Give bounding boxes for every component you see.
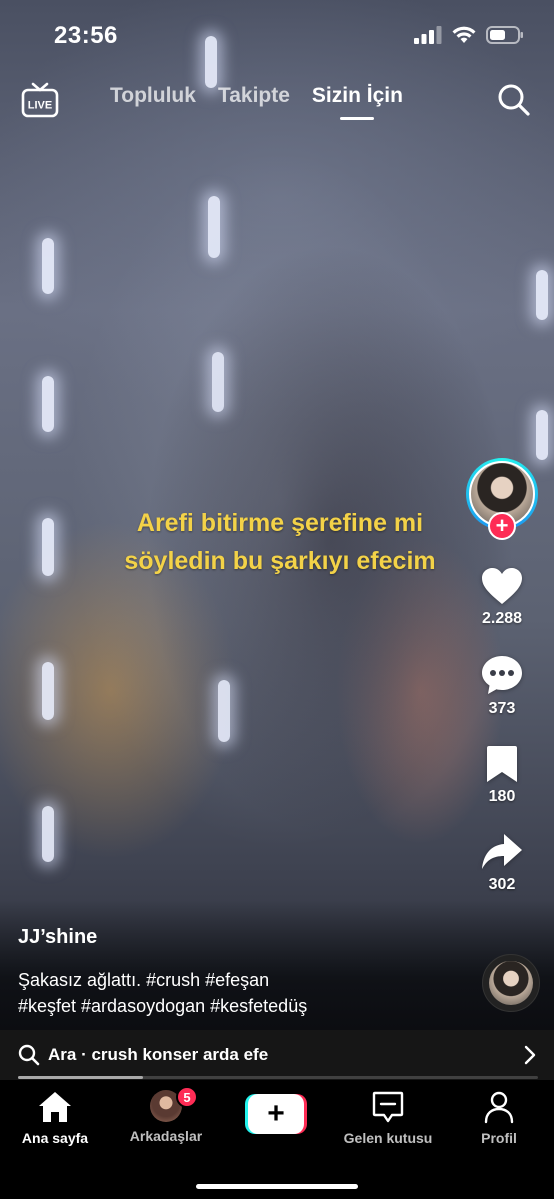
cellular-signal-icon: [414, 26, 442, 44]
wifi-icon: [452, 26, 476, 43]
nav-profile[interactable]: Profil: [444, 1090, 554, 1146]
bottom-navigation: Ana sayfa 5 Arkadaşlar + Gelen kutusu Pr…: [0, 1082, 554, 1199]
friends-avatar: 5: [150, 1086, 198, 1122]
nav-inbox[interactable]: Gelen kutusu: [333, 1090, 443, 1146]
live-button[interactable]: LIVE: [20, 80, 60, 120]
search-icon: [18, 1044, 40, 1066]
status-bar: 23:56: [0, 0, 554, 72]
save-button[interactable]: 180: [484, 744, 520, 806]
live-tv-icon: LIVE: [21, 82, 59, 118]
description-line-1: Şakasız ağlattı. #crush #efeşan: [18, 970, 270, 990]
comment-count: 373: [488, 700, 516, 717]
home-indicator: [196, 1184, 358, 1189]
feed-tabs: Topluluk Takipte Sizin İçin: [110, 84, 403, 108]
caption-line-1: Arefi bitirme şerefine mi: [136, 509, 424, 537]
share-button[interactable]: 302: [480, 832, 524, 894]
caption-line-2: söyledin bu şarkıyı efecim: [124, 547, 436, 575]
create-button[interactable]: +: [245, 1094, 307, 1134]
inbox-icon: [372, 1091, 404, 1123]
tab-community[interactable]: Topluluk: [110, 84, 196, 108]
status-icons: [414, 26, 524, 44]
battery-icon: [486, 26, 523, 44]
video-progress-bar[interactable]: [18, 1076, 538, 1079]
tab-following[interactable]: Takipte: [218, 84, 290, 108]
post-description[interactable]: Şakasız ağlattı. #crush #efeşan #keşfet …: [18, 967, 458, 1019]
post-info: JJ’shine Şakasız ağlattı. #crush #efeşan…: [18, 926, 458, 1019]
nav-inbox-label: Gelen kutusu: [343, 1130, 433, 1146]
related-search-bar[interactable]: Ara · crush konser arda efe: [0, 1030, 554, 1080]
sound-disc-image: [489, 961, 533, 1005]
related-search-text: Ara · crush konser arda efe: [48, 1045, 269, 1064]
bookmark-icon: [487, 746, 517, 782]
chevron-right-icon: [524, 1045, 536, 1065]
sound-disc[interactable]: [482, 954, 540, 1012]
share-arrow-icon: [482, 834, 522, 869]
plus-icon: +: [248, 1094, 304, 1134]
like-count: 2.288: [481, 610, 523, 627]
search-icon: [498, 84, 530, 116]
description-line-2: #keşfet #ardasoydogan #kesfetedüş: [18, 996, 308, 1016]
status-time: 23:56: [54, 22, 118, 49]
comment-button[interactable]: 373: [480, 654, 524, 718]
nav-friends-label: Arkadaşlar: [129, 1128, 203, 1144]
save-count: 180: [488, 788, 516, 805]
profile-icon: [484, 1091, 514, 1124]
tab-for-you[interactable]: Sizin İçin: [312, 84, 403, 108]
friends-notification-badge: 5: [176, 1086, 198, 1108]
creator-username[interactable]: JJ’shine: [18, 926, 458, 949]
video-caption: Arefi bitirme şerefine mi söyledin bu şa…: [60, 504, 500, 580]
home-icon: [39, 1092, 71, 1122]
search-button[interactable]: [496, 82, 532, 118]
like-button[interactable]: 2.288: [480, 566, 524, 628]
follow-button[interactable]: +: [488, 512, 516, 540]
comment-icon: [482, 656, 522, 694]
live-label: LIVE: [28, 100, 52, 112]
share-count: 302: [488, 876, 516, 893]
nav-home[interactable]: Ana sayfa: [0, 1090, 110, 1146]
nav-home-label: Ana sayfa: [21, 1130, 89, 1146]
action-rail: + 2.288 373 180 302: [464, 458, 540, 894]
heart-icon: [482, 568, 522, 604]
nav-friends[interactable]: 5 Arkadaşlar: [111, 1086, 221, 1144]
top-navigation: LIVE Topluluk Takipte Sizin İçin: [0, 76, 554, 132]
creator-avatar[interactable]: +: [466, 458, 538, 540]
progress-fill: [18, 1076, 143, 1079]
nav-profile-label: Profil: [481, 1130, 517, 1146]
